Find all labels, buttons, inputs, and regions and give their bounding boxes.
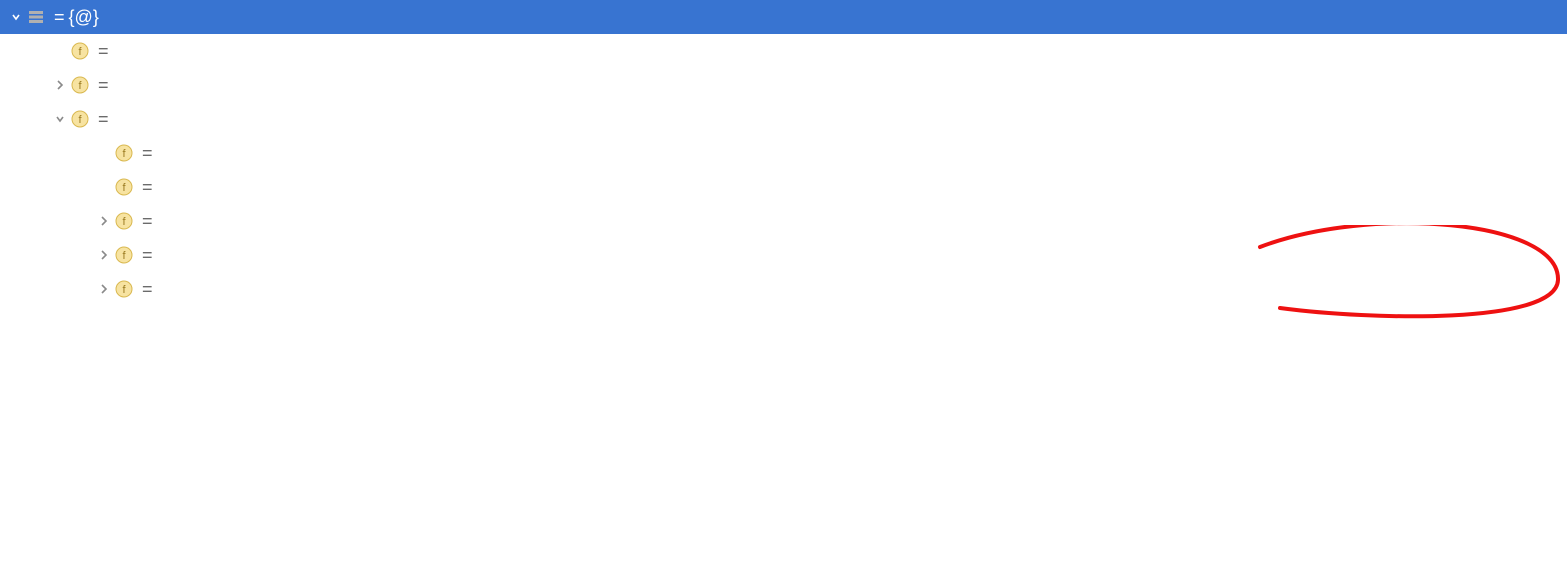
field-icon: f (114, 177, 134, 197)
field-icon: f (114, 279, 134, 299)
node-type: {@} (69, 7, 104, 28)
struct-icon (26, 7, 46, 27)
field-maxFileSize[interactable]: f = (0, 204, 1567, 238)
chevron-down-icon[interactable] (50, 113, 70, 125)
field-icon: f (70, 109, 90, 129)
chevron-right-icon[interactable] (50, 79, 70, 91)
field-hash[interactable]: f = (0, 34, 1567, 68)
field-fileSizeThreshold[interactable]: f = (0, 272, 1567, 306)
chevron-right-icon[interactable] (94, 249, 114, 261)
equals-sign: = (50, 7, 69, 28)
field-enabled[interactable]: f = (0, 136, 1567, 170)
field-icon: f (114, 245, 134, 265)
field-icon: f (70, 75, 90, 95)
field-icon: f (114, 143, 134, 163)
field-key[interactable]: f = (0, 68, 1567, 102)
chevron-right-icon[interactable] (94, 283, 114, 295)
field-maxRequestSize[interactable]: f = (0, 238, 1567, 272)
field-location[interactable]: f = (0, 170, 1567, 204)
field-val[interactable]: f = (0, 102, 1567, 136)
field-icon: f (114, 211, 134, 231)
field-icon: f (70, 41, 90, 61)
chevron-right-icon[interactable] (94, 215, 114, 227)
chevron-down-icon[interactable] (6, 11, 26, 23)
table-row-selected[interactable]: = {@} (0, 0, 1567, 34)
